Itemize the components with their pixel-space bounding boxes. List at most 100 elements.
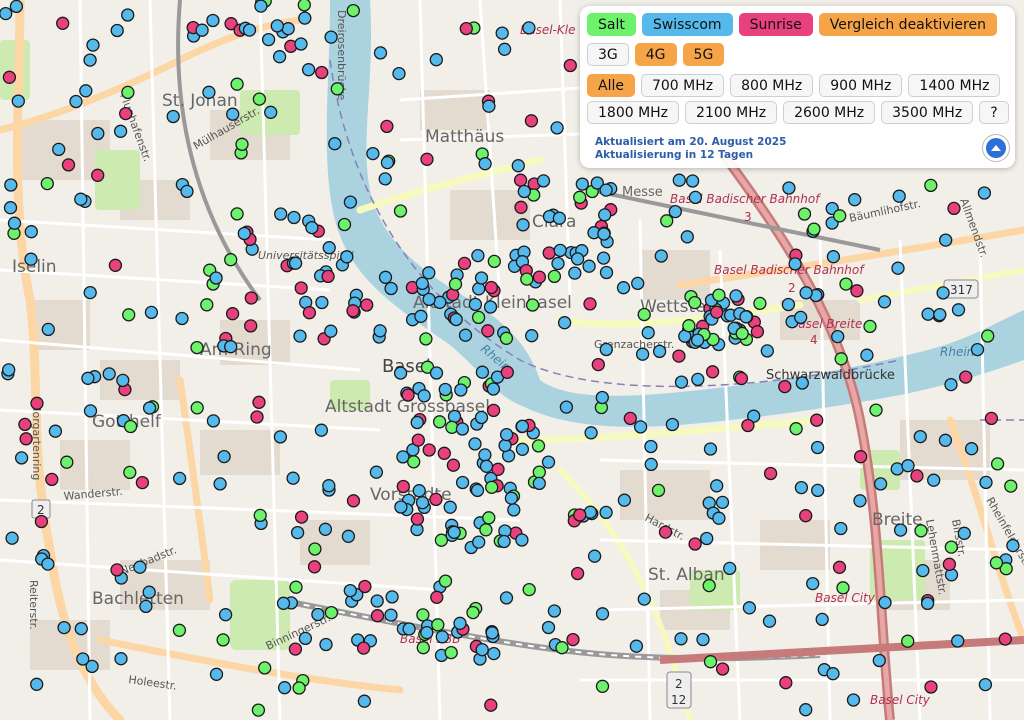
antenna-marker[interactable] [254,0,268,13]
antenna-marker[interactable] [172,471,187,486]
antenna-marker[interactable] [430,590,444,604]
antenna-marker[interactable] [860,348,874,362]
antenna-marker[interactable] [252,395,266,409]
antenna-marker[interactable] [486,382,501,396]
antenna-marker[interactable] [113,124,128,138]
antenna-marker[interactable] [341,529,356,543]
antenna-marker[interactable] [373,324,387,338]
antenna-marker[interactable] [224,253,238,267]
antenna-marker[interactable] [834,352,848,366]
antenna-marker[interactable] [370,609,385,623]
antenna-marker[interactable] [270,19,284,33]
antenna-marker[interactable] [370,594,384,608]
antenna-marker[interactable] [478,157,492,171]
antenna-marker[interactable] [459,21,473,36]
antenna-marker[interactable] [235,137,249,151]
antenna-marker[interactable] [674,375,689,389]
antenna-marker[interactable] [595,607,610,621]
antenna-marker[interactable] [599,265,614,280]
antenna-marker[interactable] [61,158,76,172]
antenna-marker[interactable] [483,300,498,314]
antenna-marker[interactable] [420,625,434,640]
antenna-marker[interactable] [380,119,394,134]
antenna-marker[interactable] [811,483,825,498]
antenna-marker[interactable] [411,433,425,447]
antenna-marker[interactable] [555,641,569,655]
antenna-marker[interactable] [209,271,223,285]
antenna-marker[interactable] [981,329,995,343]
antenna-marker[interactable] [293,329,307,343]
antenna-marker[interactable] [481,324,495,338]
swisscom-button[interactable]: Swisscom [641,13,733,36]
antenna-marker[interactable] [794,480,809,495]
antenna-marker[interactable] [984,411,999,426]
antenna-marker[interactable] [553,243,567,258]
antenna-marker[interactable] [741,418,755,433]
antenna-marker[interactable] [979,475,993,490]
antenna-marker[interactable] [2,363,16,377]
disable-compare-button[interactable]: Vergleich deaktivieren [818,13,997,36]
antenna-marker[interactable] [337,217,352,232]
antenna-marker[interactable] [110,563,124,577]
antenna-marker[interactable] [438,574,453,588]
antenna-marker[interactable] [942,557,957,571]
antenna-marker[interactable] [412,484,426,498]
antenna-marker[interactable] [779,676,793,690]
antenna-marker[interactable] [541,455,556,469]
antenna-marker[interactable] [206,414,221,428]
antenna-marker[interactable] [244,291,258,305]
antenna-marker[interactable] [83,404,98,418]
antenna-marker[interactable] [294,510,309,524]
antenna-marker[interactable] [422,266,436,280]
antenna-marker[interactable] [209,667,224,681]
antenna-marker[interactable] [258,661,272,675]
antenna-marker[interactable] [288,256,303,270]
antenna-marker[interactable] [202,85,216,99]
antenna-marker[interactable] [789,422,803,436]
antenna-marker[interactable] [542,246,556,260]
antenna-marker[interactable] [142,401,157,415]
antenna-marker[interactable] [478,448,492,462]
antenna-marker[interactable] [142,585,156,599]
antenna-marker[interactable] [288,642,303,656]
antenna-marker[interactable] [437,446,451,460]
antenna-marker[interactable] [810,413,824,427]
antenna-marker[interactable] [431,618,445,632]
antenna-marker[interactable] [190,401,204,415]
freq-all-button[interactable]: Alle [587,74,635,97]
antenna-marker[interactable] [596,251,611,265]
antenna-marker[interactable] [832,560,847,574]
antenna-marker[interactable] [393,204,408,218]
antenna-marker[interactable] [525,329,539,343]
antenna-marker[interactable] [552,211,567,225]
antenna-marker[interactable] [710,479,724,493]
antenna-marker[interactable] [415,276,429,291]
antenna-marker[interactable] [712,511,726,525]
antenna-marker[interactable] [83,285,97,300]
salt-button[interactable]: Salt [587,13,636,36]
antenna-marker[interactable] [591,357,605,372]
antenna-marker[interactable] [328,137,342,151]
antenna-marker[interactable] [573,508,587,522]
antenna-marker[interactable] [939,233,953,247]
antenna-marker[interactable] [479,459,494,473]
antenna-marker[interactable] [41,557,55,571]
antenna-marker[interactable] [324,30,338,44]
antenna-marker[interactable] [385,590,399,604]
antenna-marker[interactable] [853,450,868,464]
antenna-marker[interactable] [470,483,485,498]
antenna-marker[interactable] [947,201,961,216]
antenna-marker[interactable] [432,415,447,429]
antenna-marker[interactable] [180,184,194,199]
antenna-marker[interactable] [74,622,88,636]
antenna-marker[interactable] [921,307,935,321]
antenna-marker[interactable] [384,608,398,622]
antenna-marker[interactable] [557,316,572,330]
antenna-marker[interactable] [641,326,655,340]
antenna-marker[interactable] [448,277,463,291]
antenna-marker[interactable] [252,92,267,106]
antenna-marker[interactable] [797,207,812,221]
help-button[interactable]: ? [979,101,1009,124]
antenna-marker[interactable] [230,77,244,91]
antenna-marker[interactable] [366,146,380,161]
